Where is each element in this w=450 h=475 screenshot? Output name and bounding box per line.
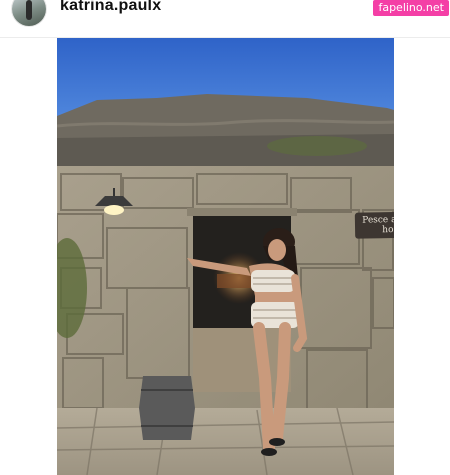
watermark-badge: fapelino.net	[373, 0, 449, 16]
post-photo[interactable]: Pesce and grill hostel	[57, 38, 394, 475]
photo-illustration	[57, 38, 394, 475]
username[interactable]: katrina.paulx	[60, 0, 161, 15]
avatar-figure	[26, 0, 32, 20]
post-header: katrina.paulx fapelino.net	[0, 0, 450, 34]
barrel	[139, 376, 195, 440]
paved-floor	[57, 408, 394, 475]
restaurant-sign: Pesce and grill hostel	[354, 211, 394, 239]
avatar[interactable]	[12, 0, 46, 26]
